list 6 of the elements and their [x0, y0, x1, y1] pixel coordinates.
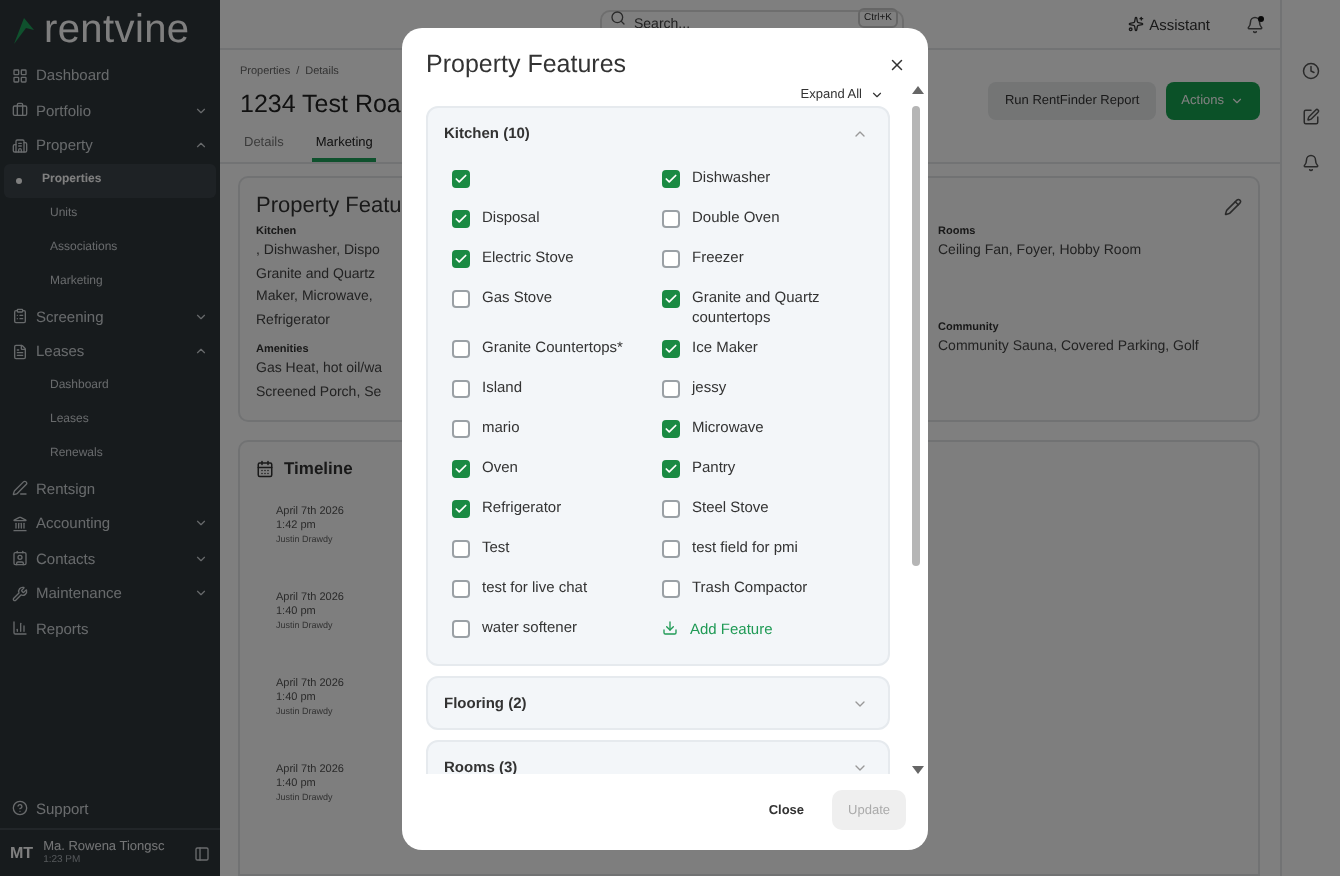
dialog-title: Property Features [426, 50, 627, 78]
page-title: 1234 Test Roa [240, 90, 401, 118]
user-initials: MT [10, 844, 34, 862]
logo-text: rentvine [44, 9, 190, 49]
timeline-title: Timeline [284, 458, 353, 478]
card-title: Property Featu [256, 194, 402, 218]
